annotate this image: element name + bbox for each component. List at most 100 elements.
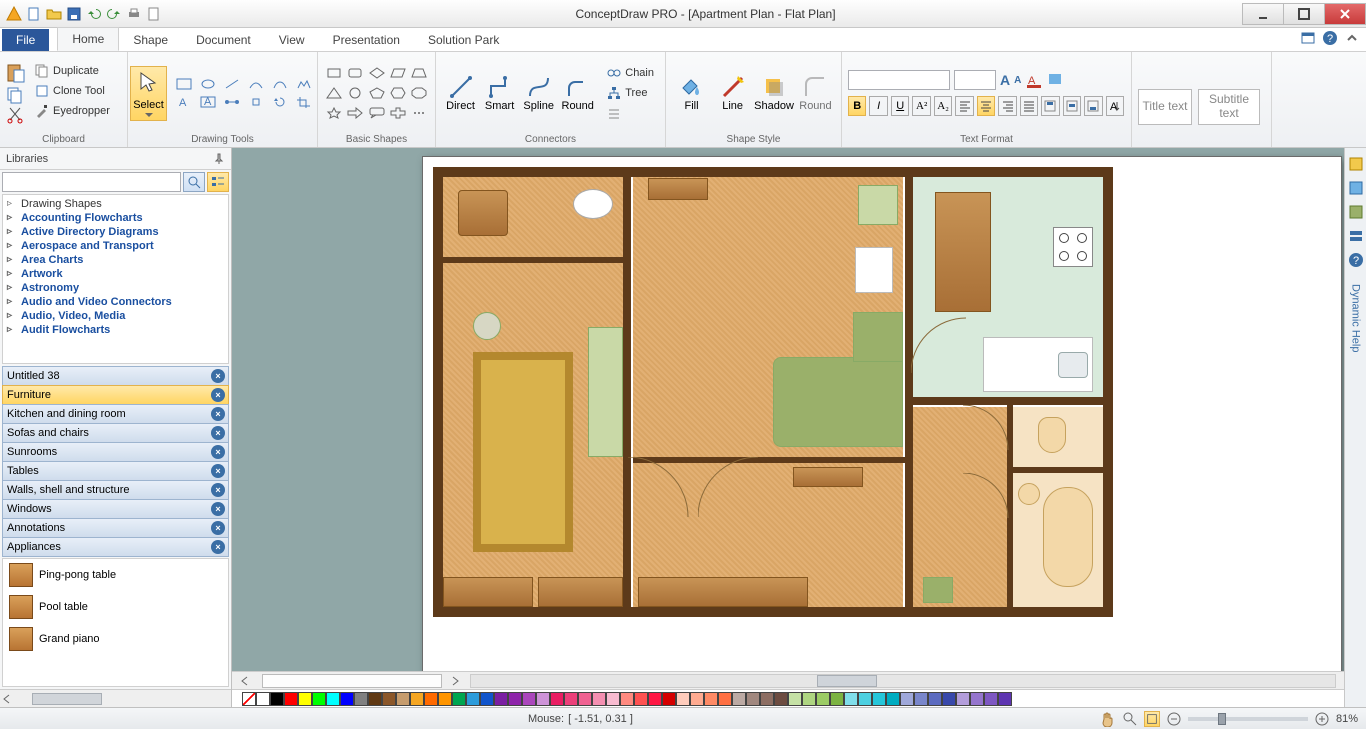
color-swatch[interactable] [900,692,914,706]
tool-rect[interactable] [173,75,195,93]
color-swatch[interactable] [256,692,270,706]
fit-page-icon[interactable] [1144,711,1160,727]
font-family-combo[interactable] [848,70,950,90]
tab-presentation[interactable]: Presentation [319,29,414,51]
color-swatch[interactable] [368,692,382,706]
sink[interactable] [1058,352,1088,378]
library-search-input[interactable] [2,172,181,192]
close-library-icon[interactable]: × [211,369,225,383]
office-chair[interactable] [473,312,501,340]
shape-item[interactable]: Grand piano [3,623,228,655]
help-icon[interactable]: ? [1322,30,1338,46]
color-swatch[interactable] [410,692,424,706]
color-swatch[interactable] [550,692,564,706]
color-swatch[interactable] [690,692,704,706]
color-swatch[interactable] [382,692,396,706]
undo-icon[interactable] [86,6,102,22]
valign-bot-button[interactable] [1084,96,1102,116]
zoom-in-icon[interactable] [1314,711,1330,727]
color-swatch[interactable] [620,692,634,706]
color-swatch[interactable] [452,692,466,706]
grow-font-icon[interactable]: A [1000,72,1010,88]
tree-node[interactable]: Audio and Video Connectors [3,295,228,309]
color-swatch[interactable] [438,692,452,706]
shape-item[interactable]: Ping-pong table [3,559,228,591]
tree-node[interactable]: Astronomy [3,281,228,295]
open-icon[interactable] [46,6,62,22]
shape-trapezoid[interactable] [410,64,429,82]
cabinet-3[interactable] [638,577,808,607]
shape-rect[interactable] [324,64,343,82]
tab-shape[interactable]: Shape [119,29,182,51]
open-library-item[interactable]: Tables× [2,461,229,481]
rail-icon-4[interactable] [1348,228,1364,244]
shape-more[interactable] [410,104,429,122]
color-swatch[interactable] [564,692,578,706]
tool-line[interactable] [221,75,243,93]
file-tab[interactable]: File [2,29,49,51]
color-swatch[interactable] [424,692,438,706]
subtitle-placeholder[interactable]: Subtitle text [1198,89,1260,125]
rug[interactable] [473,352,573,552]
font-color-icon[interactable]: A [1025,71,1043,89]
close-library-icon[interactable]: × [211,502,225,516]
close-library-icon[interactable]: × [211,426,225,440]
shape-octagon[interactable] [410,84,429,102]
tab-solution-park[interactable]: Solution Park [414,29,513,51]
tool-node[interactable] [245,93,267,111]
toilet[interactable] [1038,417,1066,453]
tool-polyline[interactable] [293,75,315,93]
color-swatch[interactable] [298,692,312,706]
valign-mid-button[interactable] [1063,96,1081,116]
shape-roundrect[interactable] [345,64,364,82]
align-justify-button[interactable] [1020,96,1038,116]
color-swatch[interactable] [984,692,998,706]
shape-cross[interactable] [388,104,407,122]
connector-direct[interactable]: Direct [442,74,479,112]
open-library-item[interactable]: Untitled 38× [2,366,229,386]
color-swatch[interactable] [522,692,536,706]
shape-circle[interactable] [345,84,364,102]
color-swatch[interactable] [536,692,550,706]
rail-icon-3[interactable] [1348,204,1364,220]
color-swatch[interactable] [802,692,816,706]
paste-icon[interactable] [6,62,26,84]
color-swatch[interactable] [956,692,970,706]
color-swatch[interactable] [928,692,942,706]
color-swatch[interactable] [942,692,956,706]
color-swatch[interactable] [270,692,284,706]
shadow-button[interactable]: Shadow [754,74,794,112]
tab-home[interactable]: Home [57,27,119,51]
page-icon[interactable] [146,6,162,22]
color-swatch[interactable] [592,692,606,706]
color-swatch[interactable] [508,692,522,706]
rail-icon-2[interactable] [1348,180,1364,196]
panel-hscroll[interactable] [0,689,231,707]
connector-tree[interactable]: Tree [602,84,659,102]
tree-node[interactable]: Artwork [3,267,228,281]
sofa-corner[interactable] [853,312,903,362]
line-button[interactable]: Line [713,74,752,112]
tool-arc[interactable] [245,75,267,93]
canvas[interactable] [232,148,1344,671]
color-swatch[interactable] [634,692,648,706]
open-library-item[interactable]: Sofas and chairs× [2,423,229,443]
coffee-table[interactable] [793,467,863,487]
fill-button[interactable]: Fill [672,74,711,112]
close-library-icon[interactable]: × [211,388,225,402]
duplicate-button[interactable]: Duplicate [30,62,115,80]
tree-node[interactable]: Drawing Shapes [3,197,228,211]
scroll-thumb[interactable] [32,693,102,705]
align-left-button[interactable] [955,96,973,116]
open-library-item[interactable]: Walls, shell and structure× [2,480,229,500]
align-right-button[interactable] [998,96,1016,116]
color-swatch[interactable] [480,692,494,706]
color-swatch[interactable] [914,692,928,706]
clone-tool-button[interactable]: Clone Tool [30,82,115,100]
color-swatch[interactable] [718,692,732,706]
color-swatch[interactable] [606,692,620,706]
tool-ellipse[interactable] [197,75,219,93]
tree-node[interactable]: Aerospace and Transport [3,239,228,253]
shape-parallelogram[interactable] [388,64,407,82]
minimize-ribbon-icon[interactable] [1344,30,1360,46]
